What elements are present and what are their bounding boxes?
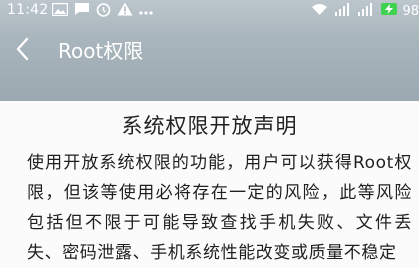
statement-heading: 系统权限开放声明 xyxy=(121,114,298,138)
back-arrow-icon[interactable] xyxy=(16,37,36,61)
app-header: 11:42 98 Root权限 xyxy=(0,0,419,101)
dots-icon xyxy=(139,4,153,19)
page-title: Root权限 xyxy=(58,39,144,63)
charging-icon xyxy=(381,2,398,20)
signal-icon xyxy=(335,2,351,20)
signal-icon xyxy=(358,2,374,20)
message-icon xyxy=(74,2,90,20)
status-time: 11:42 xyxy=(7,2,49,18)
wifi-icon xyxy=(311,3,328,20)
statement-content: 系统权限开放声明 使用开放系统权限的功能，用户可以获得Root权限，但该等使用必… xyxy=(0,101,419,263)
status-bar: 11:42 98 xyxy=(0,0,419,22)
image-icon xyxy=(51,2,69,20)
statement-paragraph: 使用开放系统权限的功能，用户可以获得Root权限，但该等使用必将存在一定的风险，… xyxy=(27,153,412,263)
warning-icon xyxy=(117,2,133,20)
system-icons: 98 xyxy=(311,2,419,20)
notification-icons xyxy=(51,2,153,21)
battery-level: 98 xyxy=(402,3,419,19)
nav-bar: Root权限 xyxy=(0,22,419,80)
alarm-clock-icon xyxy=(96,2,111,21)
